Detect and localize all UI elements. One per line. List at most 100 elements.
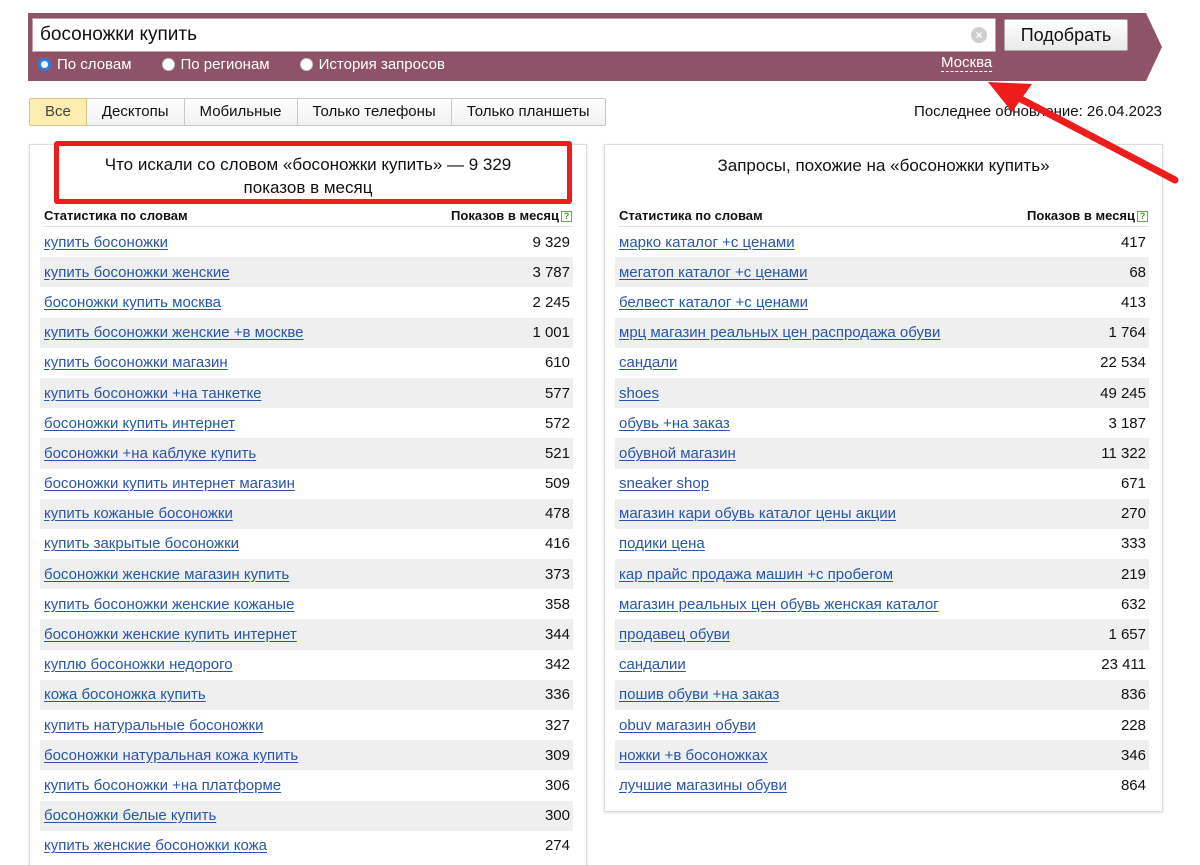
table-row: белвест каталог +с ценами 413 [615,287,1149,317]
table-row: подики цена 333 [615,529,1149,559]
impressions-count: 358 [544,595,570,613]
keyword-link[interactable]: магазин реальных цен обувь женская катал… [619,596,939,613]
impressions-count: 309 [544,746,570,764]
table-row: купить босоножки 9 329 [40,227,573,257]
keyword-link[interactable]: мегатоп каталог +с ценами [619,264,808,281]
table-row: купить босоножки женские кожаные 358 [40,589,573,619]
keyword-link[interactable]: купить босоножки магазин [44,354,228,371]
last-updated-text: Последнее обновление: 26.04.2023 [914,103,1162,120]
impressions-count: 49 245 [1100,384,1146,402]
keyword-link[interactable]: босоножки женские купить интернет [44,626,297,643]
radio-label: История запросов [318,55,445,73]
keyword-link[interactable]: босоножки +на каблуке купить [44,445,256,462]
impressions-count: 1 001 [532,324,570,342]
tab-tablets-only[interactable]: Только планшеты [451,98,606,126]
column-count-header: Показов в месяц? [1027,208,1148,223]
keyword-link[interactable]: кар прайс продажа машин +с пробегом [619,566,893,583]
keyword-link[interactable]: shoes [619,385,659,402]
search-mode-group: По словам По регионам История запросов [38,54,475,74]
similar-queries-panel: Запросы, похожие на «босоножки купить» С… [604,144,1163,812]
impressions-count: 572 [544,414,570,432]
keyword-link[interactable]: купить босоножки женские [44,264,230,281]
table-row: shoes 49 245 [615,377,1149,409]
impressions-count: 3 187 [1108,414,1146,432]
keyword-link[interactable]: босоножки купить москва [44,294,221,311]
keyword-link[interactable]: подики цена [619,535,705,552]
impressions-count: 610 [544,354,570,372]
radio-selected-icon [38,57,51,71]
clear-icon[interactable]: × [971,27,987,43]
keyword-link[interactable]: магазин кари обувь каталог цены акции [619,505,896,522]
tab-phones-only[interactable]: Только телефоны [297,98,452,126]
impressions-count: 23 411 [1101,656,1146,674]
keyword-link[interactable]: обувь +на заказ [619,415,730,432]
table-row: кожа босоножка купить 336 [40,679,573,710]
impressions-count: 671 [1120,475,1146,493]
impressions-count: 306 [544,776,570,794]
keyword-link[interactable]: купить женские босоножки кожа [44,837,267,854]
keyword-link[interactable]: кожа босоножка купить [44,686,206,703]
keyword-link[interactable]: купить натуральные босоножки [44,717,263,734]
table-row: босоножки купить интернет магазин 509 [40,469,573,499]
impressions-count: 521 [544,444,570,462]
impressions-count: 373 [544,565,570,583]
keyword-link[interactable]: ножки +в босоножках [619,747,768,764]
table-row: мрц магазин реальных цен распродажа обув… [615,317,1149,348]
impressions-count: 327 [544,716,570,734]
impressions-count: 274 [544,837,570,855]
tab-all[interactable]: Все [29,98,87,126]
keyword-link[interactable]: купить босоножки женские кожаные [44,596,294,613]
keyword-link[interactable]: обувной магазин [619,445,736,462]
keyword-link[interactable]: белвест каталог +с ценами [619,294,808,311]
table-row: босоножки натуральная кожа купить 309 [40,740,573,771]
keyword-link[interactable]: купить босоножки +на платформе [44,777,281,794]
impressions-count: 577 [544,384,570,402]
table-row: босоножки купить москва 2 245 [40,287,573,317]
table-row: sneaker shop 671 [615,469,1149,499]
impressions-count: 632 [1120,595,1146,613]
radio-by-regions[interactable]: По регионам [161,54,270,74]
keyword-link[interactable]: мрц магазин реальных цен распродажа обув… [619,324,940,341]
table-row: босоножки женские магазин купить 373 [40,559,573,590]
device-tabs: Все Десктопы Мобильные Только телефоны Т… [29,98,606,126]
keyword-link[interactable]: босоножки женские магазин купить [44,566,289,583]
table-row: продавец обуви 1 657 [615,619,1149,650]
keyword-link[interactable]: купить босоножки женские +в москве [44,324,304,341]
keyword-link[interactable]: продавец обуви [619,626,730,643]
keyword-link[interactable]: купить кожаные босоножки [44,505,233,522]
help-icon[interactable]: ? [1137,211,1148,222]
impressions-count: 342 [544,656,570,674]
region-link[interactable]: Москва [941,54,993,72]
impressions-count: 3 787 [532,263,570,281]
keyword-link[interactable]: босоножки белые купить [44,807,216,824]
keyword-link[interactable]: лучшие магазины обуви [619,777,787,794]
similar-queries-table: марко каталог +с ценами 417 мегатоп катало… [615,227,1149,801]
keyword-link[interactable]: sneaker shop [619,475,709,492]
radio-by-words[interactable]: По словам [38,54,132,74]
keyword-link[interactable]: босоножки купить интернет магазин [44,475,295,492]
search-input[interactable]: босоножки купить × [32,18,996,52]
impressions-count: 1 764 [1108,324,1146,342]
table-row: obuv магазин обуви 228 [615,710,1149,740]
keyword-link[interactable]: босоножки натуральная кожа купить [44,747,298,764]
keyword-link[interactable]: obuv магазин обуви [619,717,756,734]
table-row: куплю босоножки недорого 342 [40,650,573,680]
keyword-link[interactable]: босоножки купить интернет [44,415,235,432]
radio-query-history[interactable]: История запросов [299,54,445,74]
keyword-link[interactable]: купить босоножки [44,234,168,251]
table-row: мегатоп каталог +с ценами 68 [615,257,1149,288]
tab-desktops[interactable]: Десктопы [86,98,185,126]
keyword-link[interactable]: пошив обуви +на заказ [619,686,779,703]
keyword-link[interactable]: купить закрытые босоножки [44,535,239,552]
help-icon[interactable]: ? [561,211,572,222]
keyword-link[interactable]: куплю босоножки недорого [44,656,233,673]
keyword-link[interactable]: марко каталог +с ценами [619,234,795,251]
submit-button[interactable]: Подобрать [1004,19,1128,51]
impressions-count: 2 245 [532,293,570,311]
keyword-link[interactable]: сандалии [619,656,686,673]
impressions-count: 11 322 [1101,444,1146,462]
keyword-link[interactable]: сандали [619,354,677,371]
keyword-link[interactable]: купить босоножки +на танкетке [44,385,262,402]
tab-mobile[interactable]: Мобильные [184,98,298,126]
impressions-count: 836 [1120,686,1146,704]
